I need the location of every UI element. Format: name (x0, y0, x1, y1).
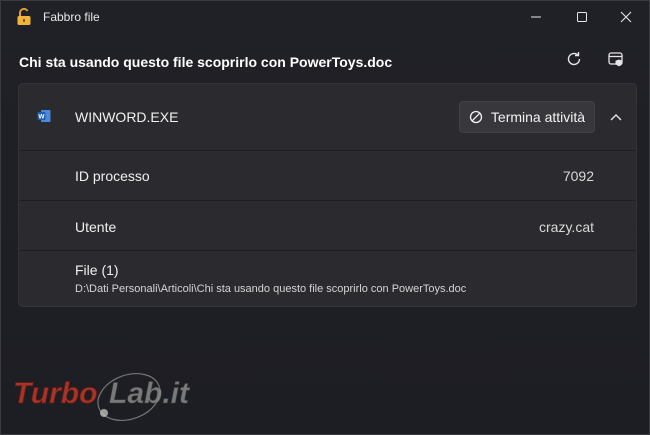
process-card: W WINWORD.EXE Termina attività ID proces… (18, 83, 637, 307)
fabbro-file-window: Fabbro file Chi sta usando questo file s… (0, 0, 650, 435)
block-icon (469, 110, 483, 124)
close-button[interactable] (603, 1, 649, 33)
user-value: crazy.cat (539, 219, 594, 235)
refresh-icon (567, 52, 581, 66)
process-header[interactable]: W WINWORD.EXE Termina attività (19, 84, 636, 150)
collapse-button[interactable] (603, 101, 629, 133)
minimize-icon (531, 16, 541, 18)
maximize-icon (577, 12, 587, 22)
end-task-button[interactable]: Termina attività (459, 101, 595, 133)
turbolab-watermark-logo: Turbo Lab.it (13, 373, 191, 421)
maximize-button[interactable] (559, 1, 605, 33)
refresh-button[interactable] (559, 45, 589, 73)
divider (19, 200, 636, 201)
user-label: Utente (75, 219, 117, 235)
title-bar: Fabbro file (1, 1, 649, 33)
chevron-up-icon (610, 114, 622, 121)
close-icon (620, 11, 632, 23)
window-title: Fabbro file (43, 10, 100, 24)
svg-text:Turbo: Turbo (13, 377, 97, 410)
restart-as-admin-button[interactable] (601, 45, 631, 73)
divider (19, 150, 636, 151)
divider (19, 250, 636, 251)
process-name: WINWORD.EXE (75, 109, 179, 125)
pid-value: 7092 (562, 168, 594, 184)
pid-label: ID processo (75, 168, 150, 184)
file-path: D:\Dati Personali\Articoli\Chi sta usand… (75, 283, 467, 295)
svg-text:W: W (38, 114, 45, 121)
file-heading: Chi sta usando questo file scoprirlo con… (19, 54, 393, 70)
padlock-icon (17, 8, 31, 25)
files-label: File (1) (75, 262, 119, 278)
svg-text:Lab.it: Lab.it (109, 377, 191, 410)
minimize-button[interactable] (513, 1, 559, 33)
word-icon: W (37, 110, 51, 122)
admin-restart-icon (608, 52, 623, 67)
end-task-label: Termina attività (490, 109, 586, 125)
